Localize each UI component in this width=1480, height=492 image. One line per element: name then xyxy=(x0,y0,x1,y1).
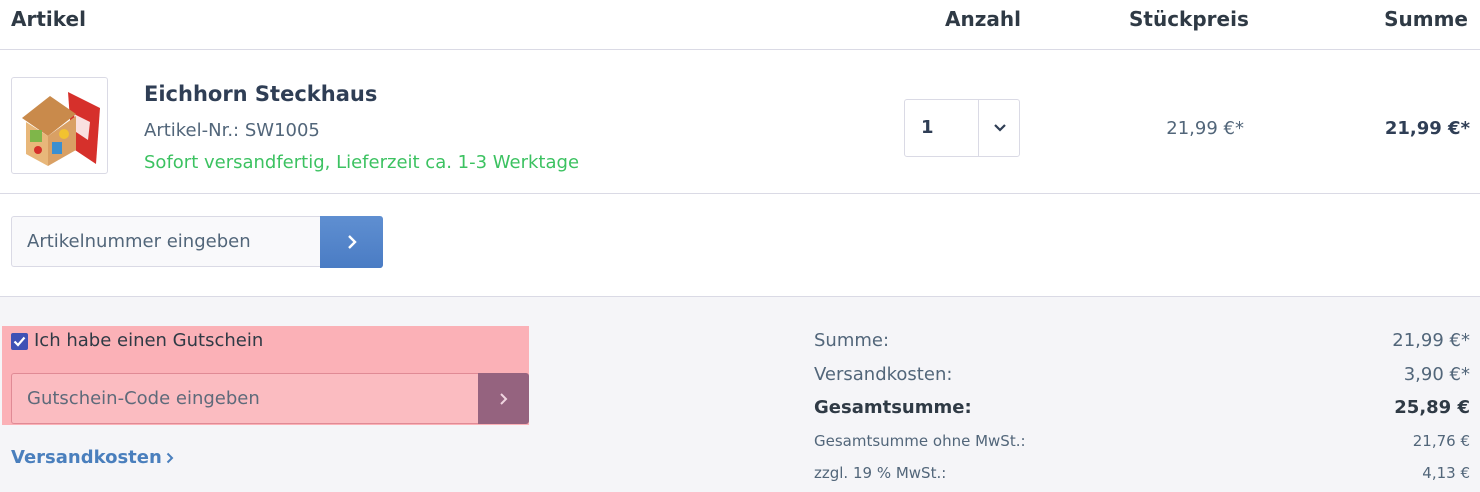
chevron-right-icon xyxy=(499,392,507,405)
quantity-value: 1 xyxy=(921,117,934,138)
totals-value: 25,89 € xyxy=(1394,397,1470,418)
article-number-input[interactable] xyxy=(11,216,322,267)
totals-row: Versandkosten: 3,90 €* xyxy=(814,364,1470,385)
voucher-code-input[interactable] xyxy=(11,373,478,424)
totals-row: Gesamtsumme: 25,89 € xyxy=(814,397,1470,418)
totals-value: 3,90 €* xyxy=(1403,364,1470,385)
product-image[interactable] xyxy=(11,77,108,174)
unit-price: 21,99 €* xyxy=(1166,118,1244,139)
totals-label: Gesamtsumme: xyxy=(814,397,972,418)
product-thumbnail-icon xyxy=(22,92,100,166)
totals-row: Gesamtsumme ohne MwSt.: 21,76 € xyxy=(814,432,1470,450)
totals-row: zzgl. 19 % MwSt.: 4,13 € xyxy=(814,464,1470,482)
header-article: Artikel xyxy=(11,7,86,31)
totals-value: 21,99 €* xyxy=(1392,330,1470,351)
totals-value: 21,76 € xyxy=(1412,432,1470,450)
product-article-number: Artikel-Nr.: SW1005 xyxy=(144,120,320,141)
totals-label: zzgl. 19 % MwSt.: xyxy=(814,464,947,482)
row-total: 21,99 €* xyxy=(1384,118,1470,139)
add-article-button[interactable] xyxy=(320,216,383,268)
voucher-checkbox[interactable] xyxy=(11,333,28,350)
redeem-voucher-button[interactable] xyxy=(478,373,529,424)
add-article-form xyxy=(0,194,1480,297)
header-quantity: Anzahl xyxy=(945,7,1021,31)
totals-value: 4,13 € xyxy=(1422,464,1470,482)
chevron-right-icon xyxy=(347,235,357,249)
quantity-select[interactable]: 1 xyxy=(904,99,1020,157)
cart-item-row: Eichhorn Steckhaus Artikel-Nr.: SW1005 S… xyxy=(0,50,1480,194)
totals-label: Summe: xyxy=(814,330,890,351)
cart-table-header: Artikel Anzahl Stückpreis Summe xyxy=(0,0,1480,50)
totals-row: Summe: 21,99 €* xyxy=(814,330,1470,351)
product-name[interactable]: Eichhorn Steckhaus xyxy=(144,82,377,106)
chevron-right-icon xyxy=(166,452,174,463)
shipping-costs-link[interactable]: Versandkosten xyxy=(11,447,174,468)
totals-label: Versandkosten: xyxy=(814,364,953,385)
chevron-down-icon[interactable] xyxy=(979,100,1020,156)
delivery-status: Sofort versandfertig, Lieferzeit ca. 1-3… xyxy=(144,152,580,173)
voucher-checkbox-label[interactable]: Ich habe einen Gutschein xyxy=(34,330,263,351)
cart-summary-area: Ich habe einen Gutschein Versandkosten S… xyxy=(0,297,1480,492)
header-unit-price: Stückpreis xyxy=(1129,7,1249,31)
header-sum: Summe xyxy=(1384,7,1468,31)
shipping-link-label: Versandkosten xyxy=(11,447,162,468)
totals-label: Gesamtsumme ohne MwSt.: xyxy=(814,432,1026,450)
checkmark-icon xyxy=(13,336,26,347)
